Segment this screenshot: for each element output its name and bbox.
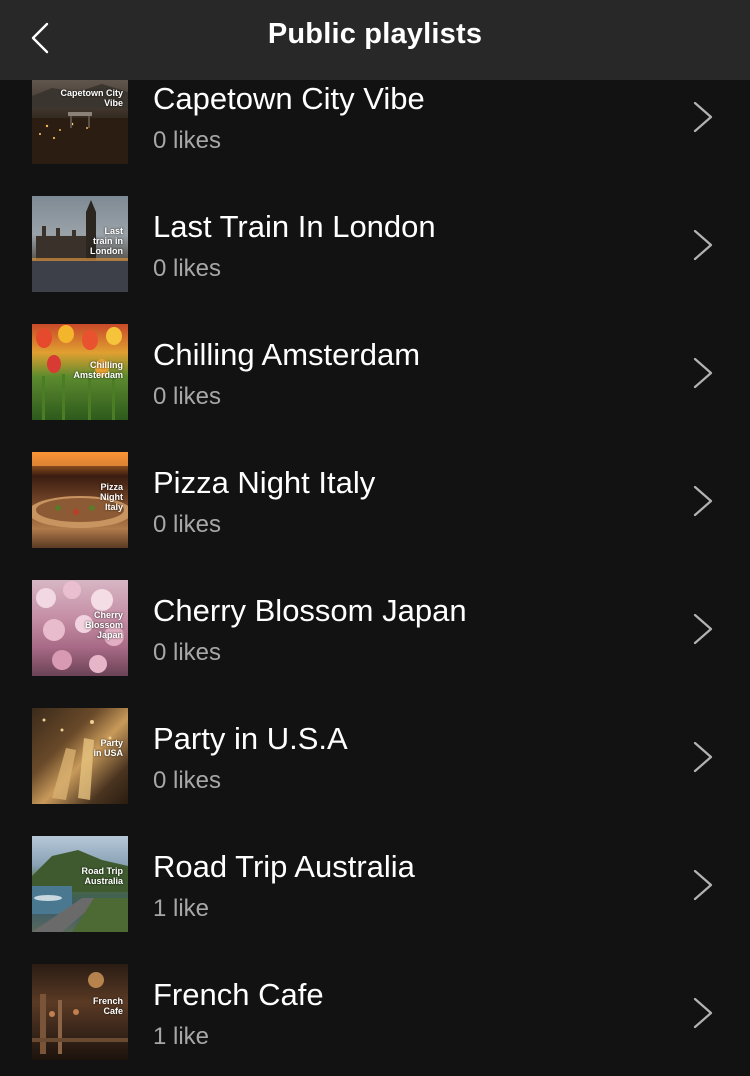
playlist-title: Cherry Blossom Japan bbox=[153, 593, 467, 628]
playlist-cover: Last train in London bbox=[32, 196, 128, 292]
playlist-row-cherry-blossom[interactable]: Cherry Blossom Japan Cherry Blossom Japa… bbox=[0, 564, 750, 692]
playlist-title: Party in U.S.A bbox=[153, 721, 348, 756]
cover-label: Cherry Blossom Japan bbox=[84, 610, 123, 640]
playlist-likes: 0 likes bbox=[153, 127, 222, 154]
chevron-right-icon bbox=[693, 613, 713, 645]
cover-label: Chilling Amsterdam bbox=[73, 360, 123, 380]
cover-label: Road Trip Australia bbox=[81, 866, 123, 886]
playlist-title: Pizza Night Italy bbox=[153, 465, 376, 500]
playlist-title: Chilling Amsterdam bbox=[153, 337, 421, 372]
playlist-list: Capetown City Vibe Capetown City Vibe 0 … bbox=[0, 52, 750, 1076]
playlist-likes: 1 like bbox=[153, 1023, 210, 1050]
playlist-cover: Road Trip Australia bbox=[32, 836, 128, 932]
playlist-cover: Cherry Blossom Japan bbox=[32, 580, 128, 676]
chevron-right-icon bbox=[693, 869, 713, 901]
playlist-likes: 0 likes bbox=[153, 639, 222, 666]
chevron-right-icon bbox=[693, 997, 713, 1029]
playlist-cover: Party in USA bbox=[32, 708, 128, 804]
playlist-likes: 0 likes bbox=[153, 383, 222, 410]
playlist-likes: 0 likes bbox=[153, 255, 222, 282]
playlist-row-party-usa[interactable]: Party in USA Party in U.S.A 0 likes bbox=[0, 692, 750, 820]
playlist-row-london[interactable]: Last train in London Last Train In Londo… bbox=[0, 180, 750, 308]
playlist-row-french-cafe[interactable]: French Cafe French Cafe 1 like bbox=[0, 948, 750, 1076]
playlist-likes: 1 like bbox=[153, 895, 210, 922]
page-title: Public playlists bbox=[267, 18, 483, 50]
playlist-cover: Pizza Night Italy bbox=[32, 452, 128, 548]
top-bar: Public playlists bbox=[0, 0, 750, 80]
playlist-cover: French Cafe bbox=[32, 964, 128, 1060]
playlist-cover: Capetown City Vibe bbox=[32, 68, 128, 164]
cover-label: Last train in London bbox=[90, 226, 123, 256]
chevron-right-icon bbox=[693, 357, 713, 389]
playlist-title: French Cafe bbox=[153, 977, 324, 1012]
playlist-row-pizza[interactable]: Pizza Night Italy Pizza Night Italy 0 li… bbox=[0, 436, 750, 564]
chevron-right-icon bbox=[693, 101, 713, 133]
cover-label: Party in USA bbox=[93, 738, 123, 758]
cover-label: Pizza Night Italy bbox=[100, 482, 123, 512]
playlist-title: Road Trip Australia bbox=[153, 849, 415, 884]
cover-label: French Cafe bbox=[92, 996, 123, 1016]
chevron-right-icon bbox=[693, 741, 713, 773]
playlist-title: Capetown City Vibe bbox=[153, 81, 425, 116]
chevron-right-icon bbox=[693, 229, 713, 261]
playlist-likes: 0 likes bbox=[153, 767, 222, 794]
playlist-likes: 0 likes bbox=[153, 511, 222, 538]
playlist-cover: Chilling Amsterdam bbox=[32, 324, 128, 420]
playlist-title: Last Train In London bbox=[153, 209, 436, 244]
cover-label: Capetown City Vibe bbox=[60, 88, 123, 108]
playlist-row-amsterdam[interactable]: Chilling Amsterdam Chilling Amsterdam 0 … bbox=[0, 308, 750, 436]
chevron-right-icon bbox=[693, 485, 713, 517]
playlist-row-road-trip-australia[interactable]: Road Trip Australia Road Trip Australia … bbox=[0, 820, 750, 948]
